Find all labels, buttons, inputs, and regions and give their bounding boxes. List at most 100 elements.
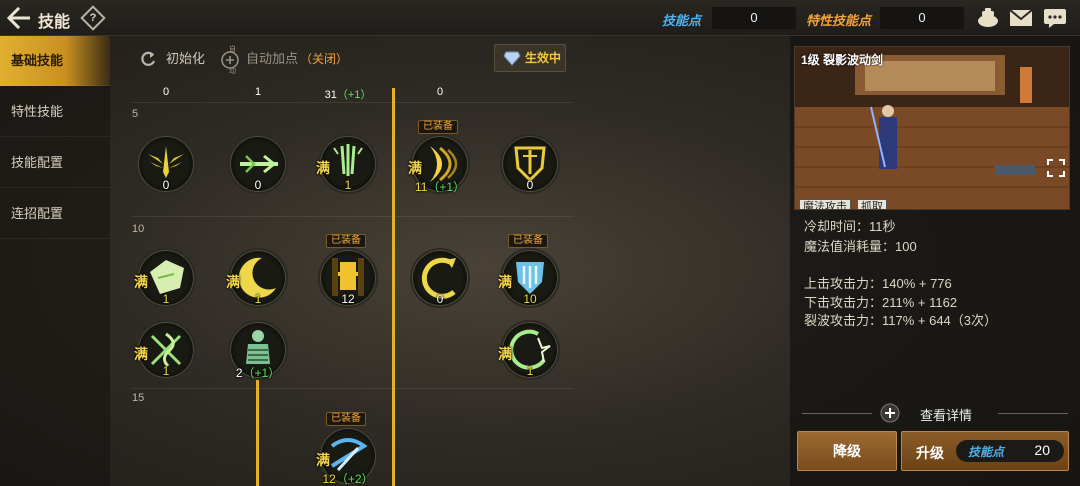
view-details-label: 查看详情 — [920, 408, 973, 423]
skill-level: 1 — [254, 292, 262, 306]
upgrade-button[interactable]: 升级 技能点 20 — [901, 431, 1069, 471]
help-glyph: ? — [89, 12, 97, 24]
sidebar-item-basic-skills[interactable]: 基础技能 — [0, 36, 110, 86]
trait-points-value: 0 — [880, 7, 964, 29]
upgrade-label: 升级 — [916, 445, 944, 461]
skill-moon[interactable]: 满 1 — [226, 248, 288, 308]
preview-scene — [795, 47, 1069, 209]
effect-active-label: 生效中 — [525, 51, 562, 65]
equipped-badge: 已装备 — [326, 234, 366, 248]
preview-title: 1级 裂影波动剑 — [801, 53, 884, 67]
view-details-button[interactable]: 查看详情 — [880, 403, 1000, 423]
fullscreen-icon[interactable] — [1047, 159, 1065, 177]
back-arrow-icon[interactable] — [6, 6, 32, 30]
skill-burst[interactable]: 满 1 — [134, 248, 196, 308]
skill-level: 11（+1） — [414, 180, 466, 194]
equipped-badge: 已装备 — [418, 120, 458, 134]
level-label-10: 10 — [132, 223, 145, 235]
maxed-mark: 满 — [226, 274, 240, 290]
tag-magic-attack: 魔法攻击 — [799, 199, 851, 209]
skill-cross-slash[interactable]: 满 1 — [134, 320, 196, 380]
maxed-mark: 满 — [134, 274, 148, 290]
stat-upper-attack: 上击攻击力：140% + 776 — [804, 276, 952, 291]
skill-shield-wave[interactable]: 已装备 满 10 — [498, 234, 560, 308]
divider — [802, 413, 872, 414]
skill-winged-sword[interactable]: 0 — [136, 134, 196, 194]
tag-grab: 抓取 — [857, 199, 887, 209]
page-title: 技能 — [38, 14, 71, 31]
sidebar-item-skill-config[interactable]: 技能配置 — [0, 138, 110, 188]
skill-shield-sword[interactable]: 0 — [500, 134, 560, 194]
skill-tree[interactable]: 0 1 31（+1） 0 5 10 15 0 0 满 1 已装备 满 11（+1… — [110, 86, 790, 486]
top-count-3: 31（+1） — [324, 89, 372, 101]
skill-armored-figure[interactable]: 2（+1） — [228, 320, 288, 380]
sidebar-item-trait-skills[interactable]: 特性技能 — [0, 87, 110, 137]
level-label-15: 15 — [132, 392, 145, 404]
stat-wave-attack: 裂波攻击力：117% + 644（3次） — [804, 313, 998, 328]
view-details-row: 查看详情 — [802, 403, 1068, 423]
skill-spiral-slash[interactable]: 满 1 — [498, 320, 560, 380]
maxed-mark: 满 — [316, 452, 330, 468]
maxed-mark: 满 — [408, 160, 422, 176]
skill-connector — [256, 380, 259, 486]
skill-crescent-ring[interactable]: 0 — [410, 248, 470, 308]
refresh-icon — [141, 51, 156, 66]
plus-circle-icon — [880, 403, 900, 423]
skill-level: 0 — [436, 292, 444, 306]
skill-level: 0 — [162, 178, 170, 192]
upgrade-points-label: 技能点 — [968, 445, 1005, 459]
skill-blue-slash[interactable]: 已装备 满 12（+2） — [316, 412, 378, 486]
skill-preview-video[interactable]: 1级 裂影波动剑 魔法攻击 抓取 — [794, 46, 1070, 210]
skill-gold-totem[interactable]: 已装备 12 — [318, 234, 378, 308]
auto-badge: 自动 — [229, 46, 236, 75]
skill-triple-sword[interactable]: 满 1 — [316, 134, 378, 194]
downgrade-button[interactable]: 降级 — [797, 431, 897, 471]
skill-points-value: 0 — [712, 7, 796, 29]
effect-active-button[interactable]: 生效中 — [494, 44, 566, 72]
maxed-mark: 满 — [134, 346, 148, 362]
skill-level: 12（+2） — [322, 472, 374, 486]
skill-level: 1 — [344, 178, 352, 192]
skill-level: 0 — [526, 178, 534, 192]
upgrade-points-value: 20 — [1034, 442, 1050, 458]
gem-icon — [503, 51, 521, 66]
row-divider — [132, 102, 574, 103]
equipped-badge: 已装备 — [508, 234, 548, 248]
skill-level: 12 — [341, 292, 355, 306]
skill-connector — [392, 88, 395, 486]
row-divider — [132, 216, 574, 217]
trait-points-label: 特性技能点 — [806, 13, 872, 28]
stat-lower-attack: 下击攻击力：211% + 1162 — [804, 295, 958, 310]
chat-icon[interactable] — [1043, 7, 1067, 29]
mail-icon[interactable] — [1009, 7, 1033, 29]
maxed-mark: 满 — [498, 346, 512, 362]
skill-level: 10 — [523, 292, 537, 306]
cooldown-text: 冷却时间：11秒 — [804, 219, 896, 234]
maxed-mark: 满 — [498, 274, 512, 290]
treasure-pot-icon[interactable] — [976, 7, 1000, 29]
top-count-4: 0 — [436, 86, 444, 98]
upgrade-points-box: 技能点 20 — [956, 440, 1064, 462]
skill-level: 1 — [526, 364, 534, 378]
sidebar: 基础技能 特性技能 技能配置 连招配置 — [0, 36, 110, 486]
maxed-mark: 满 — [316, 160, 330, 176]
skill-points-label: 技能点 — [662, 13, 702, 28]
level-label-5: 5 — [132, 108, 139, 120]
mp-cost-text: 魔法值消耗量：100 — [804, 239, 917, 254]
skill-detail-panel: 1级 裂影波动剑 魔法攻击 抓取 冷却时间：11秒 魔法值消耗量：100 上击攻… — [790, 36, 1080, 486]
auto-allocate-label: 自动加点 — [246, 51, 299, 66]
back-button[interactable] — [6, 6, 32, 30]
top-bar: 技能 ? 技能点 0 特性技能点 0 — [0, 0, 1080, 36]
skill-level: 0 — [254, 178, 262, 192]
auto-allocate-state: （关闭） — [300, 52, 349, 66]
skill-crescent-slash[interactable]: 已装备 满 11（+1） — [408, 120, 470, 194]
skill-dash-sword[interactable]: 0 — [228, 134, 288, 194]
skill-level: 2（+1） — [235, 366, 281, 380]
sidebar-item-combo-config[interactable]: 连招配置 — [0, 189, 110, 239]
skill-level: 1 — [162, 364, 170, 378]
skill-level: 1 — [162, 292, 170, 306]
help-icon[interactable]: ? — [80, 5, 106, 31]
reset-label: 初始化 — [166, 51, 206, 66]
top-count-1: 0 — [162, 86, 170, 98]
divider — [998, 413, 1068, 414]
